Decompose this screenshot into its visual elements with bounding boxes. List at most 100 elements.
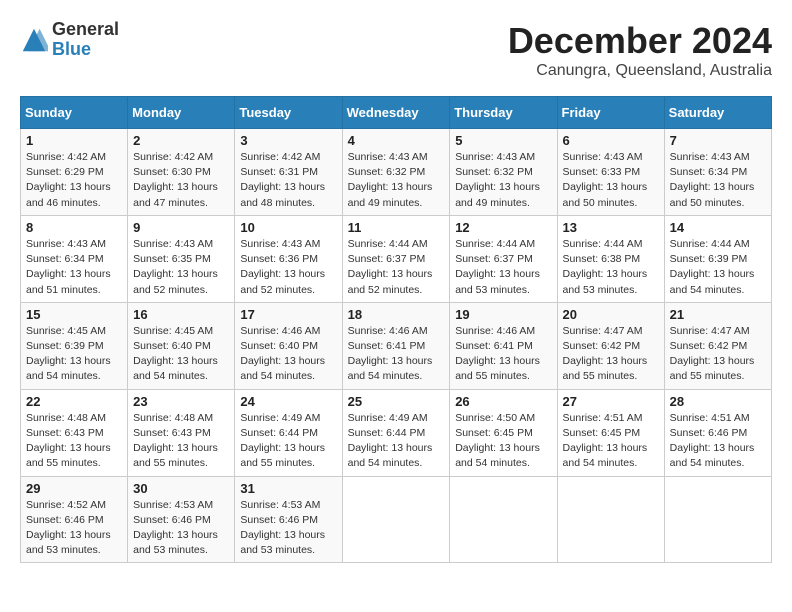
day-info: Sunrise: 4:44 AM Sunset: 6:38 PM Dayligh… [563,237,659,298]
day-info: Sunrise: 4:50 AM Sunset: 6:45 PM Dayligh… [455,411,551,472]
day-info: Sunrise: 4:43 AM Sunset: 6:32 PM Dayligh… [348,150,445,211]
calendar-cell: 6 Sunrise: 4:43 AM Sunset: 6:33 PM Daylig… [557,129,664,216]
day-info: Sunrise: 4:44 AM Sunset: 6:37 PM Dayligh… [455,237,551,298]
day-number: 21 [670,307,766,322]
calendar-cell: 1Sunrise: 4:42 AM Sunset: 6:29 PM Daylig… [21,129,128,216]
day-info: Sunrise: 4:43 AM Sunset: 6:35 PM Dayligh… [133,237,229,298]
day-info: Sunrise: 4:43 AM Sunset: 6:33 PM Dayligh… [563,150,659,211]
calendar-cell: 5 Sunrise: 4:43 AM Sunset: 6:32 PM Daylig… [450,129,557,216]
calendar-cell: 2 Sunrise: 4:42 AM Sunset: 6:30 PM Daylig… [128,129,235,216]
calendar-cell: 10Sunrise: 4:43 AM Sunset: 6:36 PM Dayli… [235,215,342,302]
calendar-cell: 28Sunrise: 4:51 AM Sunset: 6:46 PM Dayli… [664,389,771,476]
calendar-cell: 7 Sunrise: 4:43 AM Sunset: 6:34 PM Daylig… [664,129,771,216]
col-saturday: Saturday [664,97,771,129]
calendar-cell [664,476,771,563]
logo: General Blue [20,20,119,60]
day-info: Sunrise: 4:51 AM Sunset: 6:46 PM Dayligh… [670,411,766,472]
day-number: 27 [563,394,659,409]
day-number: 18 [348,307,445,322]
day-number: 17 [240,307,336,322]
calendar-cell: 14 Sunrise: 4:44 AM Sunset: 6:39 PM Dayli… [664,215,771,302]
day-info: Sunrise: 4:49 AM Sunset: 6:44 PM Dayligh… [348,411,445,472]
calendar-cell: 4 Sunrise: 4:43 AM Sunset: 6:32 PM Daylig… [342,129,450,216]
day-number: 23 [133,394,229,409]
day-info: Sunrise: 4:43 AM Sunset: 6:36 PM Dayligh… [240,237,336,298]
day-number: 31 [240,481,336,496]
day-info: Sunrise: 4:45 AM Sunset: 6:39 PM Dayligh… [26,324,122,385]
week-row-4: 22 Sunrise: 4:48 AM Sunset: 6:43 PM Dayli… [21,389,772,476]
day-number: 8 [26,220,122,235]
day-number: 2 [133,133,229,148]
day-info: Sunrise: 4:47 AM Sunset: 6:42 PM Dayligh… [563,324,659,385]
location-subtitle: Canungra, Queensland, Australia [508,62,772,80]
calendar-cell: 25Sunrise: 4:49 AM Sunset: 6:44 PM Dayli… [342,389,450,476]
day-number: 6 [563,133,659,148]
title-area: December 2024 Canungra, Queensland, Aust… [508,20,772,80]
month-title: December 2024 [508,20,772,62]
day-number: 22 [26,394,122,409]
calendar-cell: 3 Sunrise: 4:42 AM Sunset: 6:31 PM Daylig… [235,129,342,216]
day-info: Sunrise: 4:51 AM Sunset: 6:45 PM Dayligh… [563,411,659,472]
calendar-cell: 12Sunrise: 4:44 AM Sunset: 6:37 PM Dayli… [450,215,557,302]
day-number: 19 [455,307,551,322]
day-info: Sunrise: 4:42 AM Sunset: 6:31 PM Dayligh… [240,150,336,211]
day-number: 20 [563,307,659,322]
day-number: 29 [26,481,122,496]
calendar-cell: 21 Sunrise: 4:47 AM Sunset: 6:42 PM Dayli… [664,302,771,389]
day-info: Sunrise: 4:43 AM Sunset: 6:32 PM Dayligh… [455,150,551,211]
day-number: 13 [563,220,659,235]
day-info: Sunrise: 4:53 AM Sunset: 6:46 PM Dayligh… [240,498,336,559]
calendar-cell: 19 Sunrise: 4:46 AM Sunset: 6:41 PM Dayli… [450,302,557,389]
calendar-cell: 29 Sunrise: 4:52 AM Sunset: 6:46 PM Dayli… [21,476,128,563]
day-info: Sunrise: 4:52 AM Sunset: 6:46 PM Dayligh… [26,498,122,559]
week-row-5: 29 Sunrise: 4:52 AM Sunset: 6:46 PM Dayli… [21,476,772,563]
logo-general-text: General [52,20,119,40]
calendar-cell: 8Sunrise: 4:43 AM Sunset: 6:34 PM Daylig… [21,215,128,302]
calendar-cell [450,476,557,563]
day-number: 16 [133,307,229,322]
calendar-table: Sunday Monday Tuesday Wednesday Thursday… [20,96,772,563]
day-info: Sunrise: 4:44 AM Sunset: 6:39 PM Dayligh… [670,237,766,298]
day-info: Sunrise: 4:45 AM Sunset: 6:40 PM Dayligh… [133,324,229,385]
day-info: Sunrise: 4:46 AM Sunset: 6:41 PM Dayligh… [455,324,551,385]
logo-icon [20,26,48,54]
day-number: 9 [133,220,229,235]
day-number: 26 [455,394,551,409]
day-number: 15 [26,307,122,322]
calendar-cell: 9 Sunrise: 4:43 AM Sunset: 6:35 PM Daylig… [128,215,235,302]
day-info: Sunrise: 4:46 AM Sunset: 6:40 PM Dayligh… [240,324,336,385]
calendar-cell: 27 Sunrise: 4:51 AM Sunset: 6:45 PM Dayli… [557,389,664,476]
day-number: 7 [670,133,766,148]
day-info: Sunrise: 4:48 AM Sunset: 6:43 PM Dayligh… [133,411,229,472]
col-friday: Friday [557,97,664,129]
day-number: 5 [455,133,551,148]
day-info: Sunrise: 4:49 AM Sunset: 6:44 PM Dayligh… [240,411,336,472]
day-info: Sunrise: 4:43 AM Sunset: 6:34 PM Dayligh… [670,150,766,211]
week-row-2: 8Sunrise: 4:43 AM Sunset: 6:34 PM Daylig… [21,215,772,302]
day-number: 4 [348,133,445,148]
col-sunday: Sunday [21,97,128,129]
logo-blue-text: Blue [52,40,119,60]
col-tuesday: Tuesday [235,97,342,129]
calendar-cell: 11Sunrise: 4:44 AM Sunset: 6:37 PM Dayli… [342,215,450,302]
calendar-cell: 18Sunrise: 4:46 AM Sunset: 6:41 PM Dayli… [342,302,450,389]
day-info: Sunrise: 4:42 AM Sunset: 6:30 PM Dayligh… [133,150,229,211]
day-info: Sunrise: 4:47 AM Sunset: 6:42 PM Dayligh… [670,324,766,385]
calendar-cell: 30Sunrise: 4:53 AM Sunset: 6:46 PM Dayli… [128,476,235,563]
week-row-1: 1Sunrise: 4:42 AM Sunset: 6:29 PM Daylig… [21,129,772,216]
day-number: 14 [670,220,766,235]
day-number: 30 [133,481,229,496]
col-monday: Monday [128,97,235,129]
day-number: 3 [240,133,336,148]
col-wednesday: Wednesday [342,97,450,129]
calendar-cell: 24Sunrise: 4:49 AM Sunset: 6:44 PM Dayli… [235,389,342,476]
day-number: 1 [26,133,122,148]
calendar-cell [557,476,664,563]
calendar-cell [342,476,450,563]
calendar-cell: 17 Sunrise: 4:46 AM Sunset: 6:40 PM Dayli… [235,302,342,389]
day-info: Sunrise: 4:48 AM Sunset: 6:43 PM Dayligh… [26,411,122,472]
calendar-cell: 31 Sunrise: 4:53 AM Sunset: 6:46 PM Dayli… [235,476,342,563]
calendar-cell: 26 Sunrise: 4:50 AM Sunset: 6:45 PM Dayli… [450,389,557,476]
calendar-cell: 23 Sunrise: 4:48 AM Sunset: 6:43 PM Dayli… [128,389,235,476]
page-header: General Blue December 2024 Canungra, Que… [20,20,772,80]
